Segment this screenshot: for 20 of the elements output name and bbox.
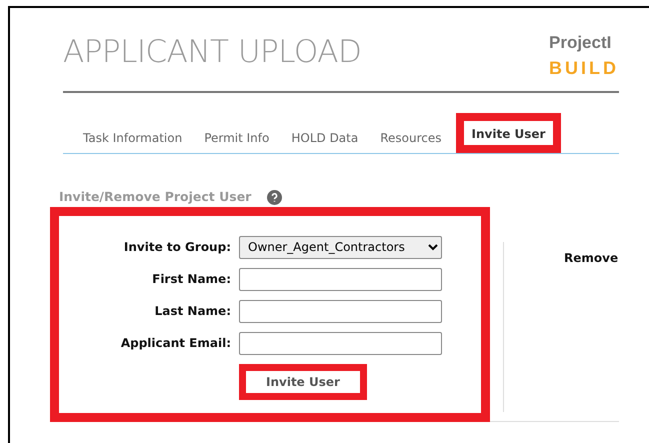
input-field[interactable] (239, 332, 442, 355)
help-icon[interactable] (267, 190, 282, 205)
field-label: Applicant Email: (120, 335, 232, 352)
tab[interactable]: HOLD Data (283, 125, 366, 153)
logo-text: BUILD (549, 59, 619, 77)
tab[interactable]: Task Information (75, 125, 190, 153)
section-heading: Invite/Remove Project User (59, 188, 252, 206)
input-field[interactable] (239, 300, 442, 323)
section-heading: Remove (564, 250, 618, 267)
field-label: Last Name: (154, 303, 232, 320)
input-field[interactable] (239, 268, 442, 291)
page-title: APPLICANT UPLOAD (63, 34, 362, 72)
group-dropdown[interactable]: Owner_Agent_Contractors (239, 236, 442, 259)
tab[interactable]: Permit Info (196, 125, 278, 153)
tab[interactable]: Resources (372, 125, 450, 153)
tab[interactable]: Invite User (456, 113, 562, 153)
invite-button[interactable]: Invite User (239, 364, 367, 400)
logo-text: ProjectI (549, 34, 612, 51)
field-label: Invite to Group: (122, 239, 232, 256)
field-label: First Name: (151, 271, 232, 288)
